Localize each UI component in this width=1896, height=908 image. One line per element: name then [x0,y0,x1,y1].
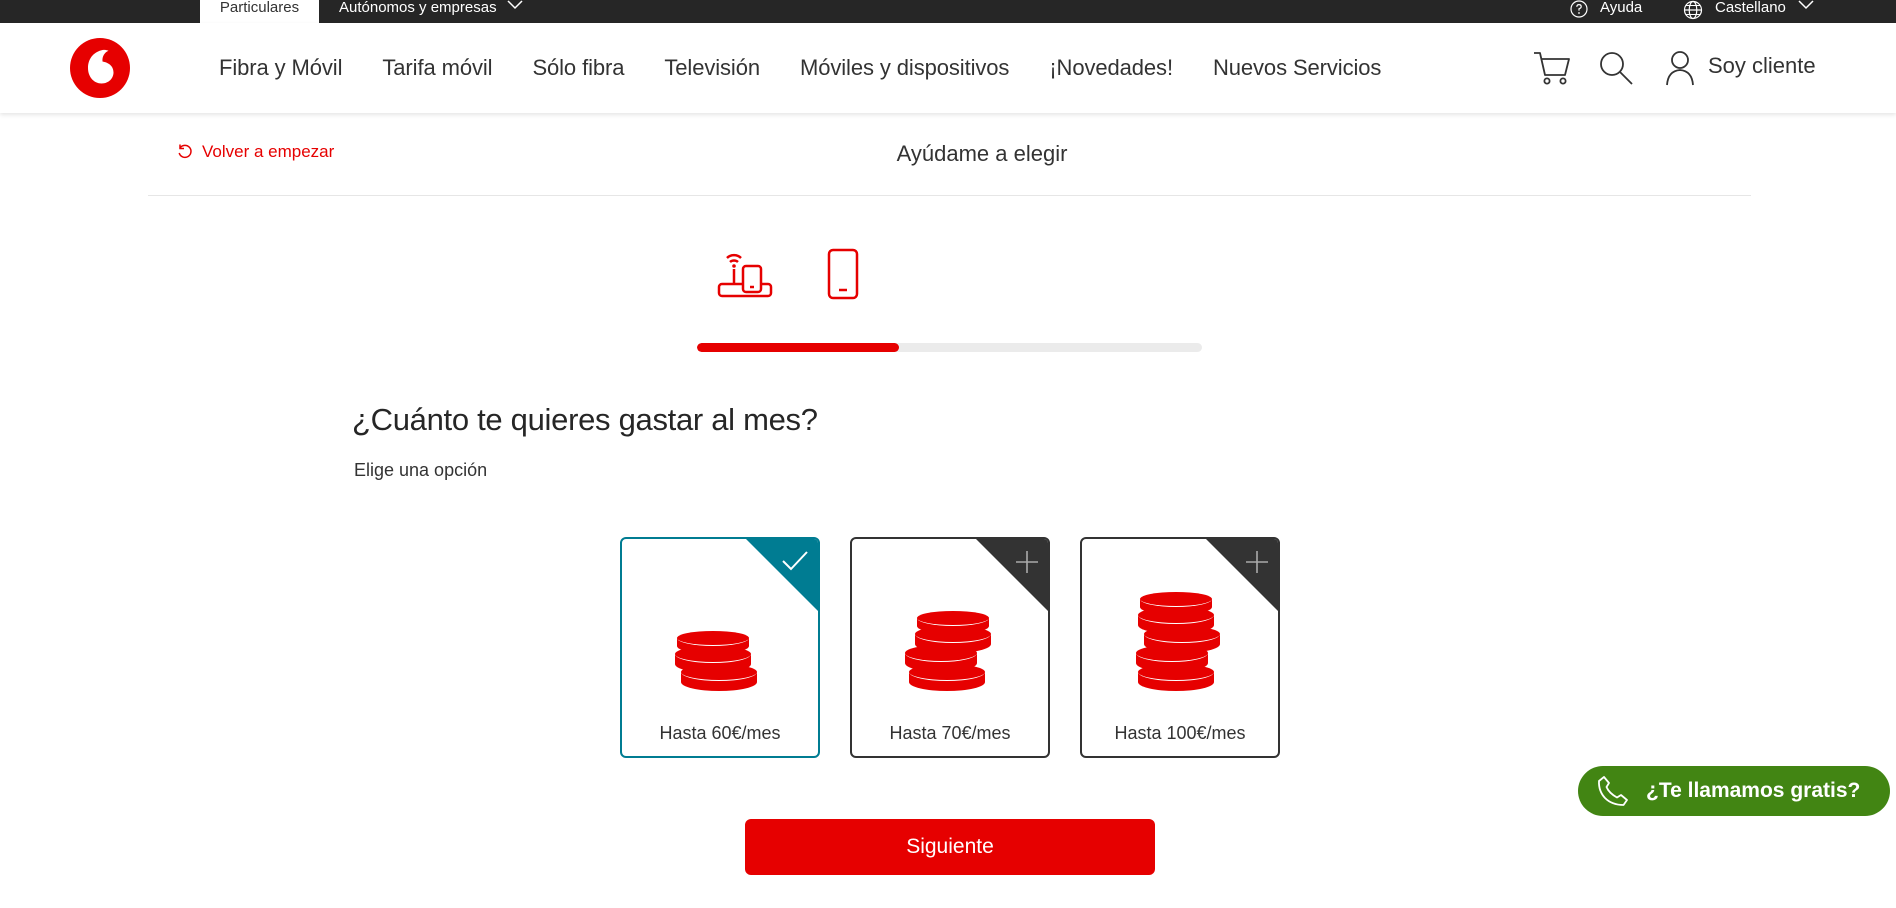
question-title: ¿Cuánto te quieres gastar al mes? [352,402,818,437]
check-icon [782,551,808,571]
plus-icon [1016,551,1038,573]
help-link[interactable]: Ayuda [1570,0,1642,23]
vodafone-logo[interactable] [69,37,131,99]
chevron-down-icon [507,0,523,10]
language-label: Castellano [1715,0,1786,16]
search-icon[interactable] [1597,49,1635,87]
nav-novedades[interactable]: ¡Novedades! [1049,55,1173,81]
option-price-label: Hasta 100€/mes [1114,723,1246,743]
next-button[interactable]: Siguiente [745,819,1155,875]
cart-icon[interactable] [1532,49,1572,87]
tab-autonomos-label: Autónomos y empresas [339,0,497,16]
nav-solo-fibra[interactable]: Sólo fibra [532,55,624,81]
wizard-subheader: Volver a empezar Ayúdame a elegir [148,114,1751,196]
call-me-button[interactable]: ¿Te llamamos gratis? [1578,766,1890,816]
option-price-label: Hasta 60€/mes [659,723,781,743]
nav-fibra-y-movil[interactable]: Fibra y Móvil [219,55,342,81]
option-card-70[interactable]: Hasta 70€/mes [850,537,1050,758]
option-card-60[interactable]: Hasta 60€/mes [620,537,820,758]
help-label: Ayuda [1600,0,1643,16]
tab-particulares[interactable]: Particulares [200,0,319,23]
wizard-title: Ayúdame a elegir [896,141,1068,166]
help-icon [1570,0,1588,18]
call-me-label: ¿Te llamamos gratis? [1646,779,1861,802]
coins-medium-icon [852,606,1048,694]
option-card-100[interactable]: Hasta 100€/mes [1080,537,1280,758]
mobile-phone-icon [827,248,859,300]
coins-small-icon [622,624,818,694]
option-price-label: Hasta 70€/mes [889,723,1011,743]
nav-television[interactable]: Televisión [664,55,760,81]
chevron-down-icon [1798,0,1814,10]
progress-fill [697,343,899,352]
coins-large-icon [1082,588,1278,694]
tab-particulares-label: Particulares [219,0,300,16]
nav-moviles-dispositivos[interactable]: Móviles y dispositivos [800,55,1009,81]
question-hint: Elige una opción [354,460,488,480]
plus-icon [1246,551,1268,573]
wizard-progress-bar [697,343,1202,352]
main-nav: Fibra y Móvil Tarifa móvil Sólo fibra Te… [219,23,1421,113]
router-icon [717,253,773,298]
phone-icon [1598,776,1628,806]
tab-autonomos-empresas[interactable]: Autónomos y empresas [339,0,523,23]
nav-tarifa-movil[interactable]: Tarifa móvil [382,55,492,81]
main-header: Fibra y Móvil Tarifa móvil Sólo fibra Te… [0,23,1896,113]
nav-nuevos-servicios[interactable]: Nuevos Servicios [1213,55,1381,81]
language-selector[interactable]: Castellano [1683,0,1814,23]
user-icon[interactable] [1664,49,1696,87]
globe-icon [1683,0,1703,20]
top-bar: Particulares Autónomos y empresas Ayuda … [0,0,1896,23]
soy-cliente-link[interactable]: Soy cliente [1708,53,1816,79]
